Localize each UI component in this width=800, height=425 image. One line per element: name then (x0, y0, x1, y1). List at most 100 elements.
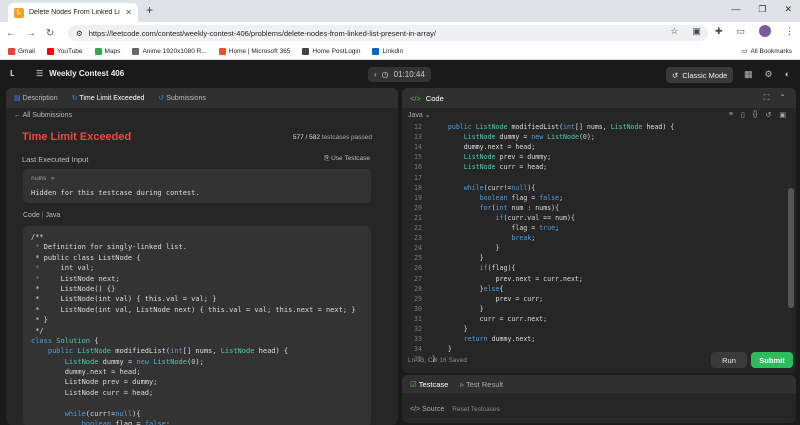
braces-icon[interactable]: {} (753, 111, 758, 119)
all-bookmarks-button[interactable]: ▭ All Bookmarks (741, 47, 792, 56)
classic-mode-button[interactable]: ↺ Classic Mode (666, 67, 734, 83)
maximize-icon[interactable]: ❐ (758, 4, 766, 15)
bookmark-label: YouTube (56, 48, 83, 55)
code-line: * ListNode(int val) { this.val = val; } (31, 295, 217, 304)
code-line: * Definition for singly-linked list. (31, 243, 187, 252)
line-number: 20 (414, 203, 422, 212)
clock-icon: ◷ (381, 70, 389, 79)
code-line: ListNode prev = dummy; (31, 378, 158, 387)
extensions-puzzle-icon[interactable]: ✚ (715, 26, 723, 37)
bookmarks-bar: Gmail YouTube Maps Anime 1920x1080 R... Home… (0, 44, 800, 60)
site-info-icon[interactable]: ⚙ (76, 29, 83, 38)
editor-code-line: break; (511, 234, 536, 243)
maximize-panel-icon[interactable]: ⛶ (764, 93, 770, 103)
editor-code-line: prev = curr; (432, 294, 544, 303)
source-button[interactable]: </> Source (410, 406, 444, 413)
url-text: https://leetcode.com/contest/weekly-cont… (88, 28, 436, 38)
line-number: 17 (414, 173, 422, 182)
back-icon[interactable]: ← (6, 28, 16, 39)
bookmark-item[interactable]: Anime 1920x1080 R... (132, 48, 207, 55)
tab-description[interactable]: ▤ Description (14, 94, 58, 102)
minimize-icon[interactable]: — (731, 4, 740, 15)
run-button[interactable]: Run (711, 352, 747, 368)
close-tab-icon[interactable]: ✕ (125, 8, 132, 17)
line-number: 14 (414, 143, 422, 152)
editor-code-line: if(flag){ (479, 264, 516, 273)
testcases-passed: 577 / 582 testcases passed (292, 134, 372, 141)
note-icon[interactable]: ▯ (741, 111, 745, 119)
format-icon[interactable]: ≡ (729, 111, 733, 119)
code-editor[interactable]: 12 public ListNode modifiedList(int[] nu… (402, 122, 796, 363)
leetcode-logo-icon[interactable]: ʟ (10, 67, 22, 80)
contest-timer[interactable]: ‹ ◷ 01:10:44 (368, 67, 431, 82)
terminal-icon: ▹ (460, 379, 465, 389)
editor-code-line: } (432, 244, 500, 253)
undo-arrow-icon: ↺ (672, 70, 679, 80)
tab-time-limit-exceeded[interactable]: ↻ Time Limit Exceeded (72, 94, 145, 102)
editor-code-line: for(int num : nums){ (479, 203, 560, 212)
extension-icon[interactable]: ▣ (692, 26, 701, 37)
editor-code-line: }else{ (432, 284, 504, 293)
code-line: /** (31, 233, 44, 241)
line-number: 26 (414, 264, 422, 273)
all-submissions-link[interactable]: ← All Submissions (14, 112, 72, 119)
bookmark-label: Maps (104, 48, 121, 55)
contest-title[interactable]: ☰ Weekly Contest 406 (36, 69, 124, 78)
leetcode-favicon-icon: L (14, 7, 24, 18)
line-number: 33 (414, 335, 422, 344)
close-window-icon[interactable]: ✕ (784, 4, 792, 15)
bookmark-item[interactable]: Home PostLogin (302, 48, 360, 55)
url-field[interactable]: ⚙ https://leetcode.com/contest/weekly-co… (68, 25, 708, 41)
editor-code-line: return dummy.next; (463, 335, 536, 344)
profile-avatar[interactable] (759, 25, 771, 37)
editor-scrollbar[interactable] (788, 188, 794, 308)
settings-gear-icon[interactable]: ⚙ (764, 69, 772, 80)
problem-list-icon: ☰ (36, 69, 44, 78)
history-icon: ↻ (71, 95, 78, 102)
bookmark-item[interactable]: Maps (94, 48, 121, 55)
editor-code-line: while(curr!=null){ (463, 183, 536, 192)
browser-menu-icon[interactable]: ⋮ (785, 26, 794, 37)
editor-code-line: boolean flag = false; (479, 193, 564, 202)
tab-testcase[interactable]: ☑ Testcase (410, 380, 448, 389)
editor-settings-icon[interactable]: ▣ (779, 111, 786, 119)
new-tab-icon[interactable]: + (146, 3, 153, 17)
reset-testcases-button[interactable]: Reset Testcases (452, 406, 500, 413)
bookmark-star-icon[interactable]: ☆ (670, 26, 678, 37)
tab-submissions[interactable]: ↺ Submissions (158, 94, 206, 102)
bookmark-item[interactable]: YouTube (46, 48, 83, 55)
use-testcase-button[interactable]: ⎘ Use Testcase (324, 155, 370, 163)
testcase-tabs: ☑ Testcase ▹ Test Result (402, 375, 796, 393)
forward-icon[interactable]: → (26, 28, 36, 39)
timer-collapse-icon[interactable]: ‹ (374, 70, 377, 79)
user-avatar-icon[interactable]: ◐ (785, 69, 790, 80)
bookmark-favicon-icon (8, 48, 15, 55)
input-value: Hidden for this testcase during contest. (31, 189, 200, 197)
language-select[interactable]: Java ⌄ (408, 111, 431, 119)
reset-icon[interactable]: ↺ (766, 111, 772, 119)
editor-code-line: } (432, 254, 484, 263)
bookmark-item[interactable]: Linkdin (372, 48, 403, 55)
collapse-panel-icon[interactable]: ⌃ (779, 93, 786, 103)
bookmark-item[interactable]: Home | Microsoft 365 (218, 48, 290, 55)
submission-panel: ▤ Description ↻ Time Limit Exceeded ↺ Su… (6, 88, 398, 425)
browser-tab[interactable]: L Delete Nodes From Linked List ✕ (8, 3, 138, 22)
line-number: 16 (414, 163, 422, 172)
line-number: 25 (414, 254, 422, 263)
editor-code-line: } (432, 325, 468, 333)
tab-test-result[interactable]: ▹ Test Result (460, 380, 503, 389)
reload-icon[interactable]: ↻ (46, 28, 54, 39)
line-number: 34 (414, 345, 422, 354)
code-line: * public class ListNode { (31, 253, 141, 262)
editor-code-line: if(curr.val == num){ (495, 213, 575, 222)
sidebar-icon[interactable]: ▭ (736, 26, 745, 37)
header-icons: ▦ ⚙ ◐ (744, 69, 790, 80)
line-number: 21 (414, 213, 422, 222)
submit-button[interactable]: Submit (751, 352, 793, 368)
tab-title: Delete Nodes From Linked List (29, 9, 121, 16)
submissions-icon: ↺ (158, 95, 165, 102)
layout-icon[interactable]: ▦ (744, 69, 753, 80)
editor-status: Ln 33, Col 16 Saved (408, 357, 467, 364)
bookmark-item[interactable]: Gmail (8, 48, 35, 55)
